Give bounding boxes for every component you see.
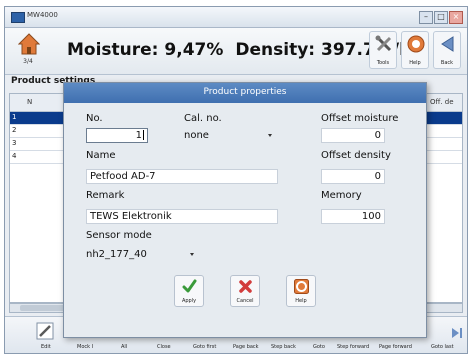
minimize-button[interactable]: – bbox=[419, 11, 433, 24]
no-value: 1 bbox=[135, 130, 142, 141]
tools-icon bbox=[375, 35, 392, 52]
cal-no-select[interactable]: none bbox=[184, 128, 276, 143]
product-counter: 3/4 bbox=[23, 58, 33, 65]
edit-label[interactable]: Edit bbox=[41, 344, 51, 350]
help-button[interactable]: Help bbox=[401, 31, 429, 69]
row-number: 3 bbox=[12, 139, 17, 147]
title-bar: MW4000 – □ × bbox=[5, 7, 467, 28]
apply-button[interactable]: Apply bbox=[174, 275, 204, 307]
cal-no-label: Cal. no. bbox=[184, 113, 222, 124]
bottom-label-page-forward[interactable]: Page forward bbox=[379, 344, 412, 350]
tools-button[interactable]: Tools bbox=[369, 31, 397, 69]
back-arrow-icon bbox=[441, 36, 454, 52]
app-icon bbox=[11, 12, 25, 23]
dialog-header: Product properties bbox=[64, 83, 426, 103]
bottom-label-goto[interactable]: Goto bbox=[313, 344, 325, 350]
remark-label: Remark bbox=[86, 190, 125, 201]
tools-label: Tools bbox=[376, 60, 390, 66]
dropdown-arrow-icon bbox=[268, 134, 272, 137]
sensor-mode-select[interactable]: nh2_177_40 bbox=[86, 247, 196, 262]
bottom-label-step-back[interactable]: Step back bbox=[271, 344, 296, 350]
offset-moisture-field[interactable]: 0 bbox=[321, 128, 385, 143]
bottom-label-page-back[interactable]: Page back bbox=[233, 344, 259, 350]
memory-label: Memory bbox=[321, 190, 362, 201]
measurement-readout: Moisture: 9,47% Density: 397.7 g/l bbox=[67, 40, 405, 60]
text-caret bbox=[143, 130, 144, 140]
dialog-help-button[interactable]: Help bbox=[286, 275, 316, 307]
column-header-offset[interactable]: Off. de bbox=[430, 98, 454, 106]
memory-field[interactable]: 100 bbox=[321, 209, 385, 224]
bottom-label-goto-last[interactable]: Goto last bbox=[431, 344, 454, 350]
name-field[interactable]: Petfood AD-7 bbox=[86, 169, 278, 184]
back-label: Back bbox=[440, 60, 454, 66]
home-icon bbox=[18, 33, 40, 55]
cancel-button[interactable]: Cancel bbox=[230, 275, 260, 307]
remark-field[interactable]: TEWS Elektronik bbox=[86, 209, 278, 224]
close-window-button[interactable]: × bbox=[449, 11, 463, 24]
column-header-no[interactable]: N bbox=[27, 98, 32, 106]
lifebuoy-icon bbox=[294, 279, 309, 294]
help-label: Help bbox=[409, 60, 421, 66]
dialog-title: Product properties bbox=[203, 87, 287, 97]
row-number: 1 bbox=[12, 113, 17, 121]
pencil-icon[interactable] bbox=[35, 321, 55, 341]
back-button[interactable]: Back bbox=[433, 31, 461, 69]
cancel-label: Cancel bbox=[236, 298, 254, 304]
moisture-value: Moisture: 9,47% bbox=[67, 40, 224, 60]
maximize-button[interactable]: □ bbox=[434, 11, 448, 24]
sensor-mode-label: Sensor mode bbox=[86, 230, 152, 241]
no-field[interactable]: 1 bbox=[86, 128, 148, 143]
lifebuoy-icon bbox=[407, 35, 425, 53]
bottom-label-close[interactable]: Close bbox=[157, 344, 171, 350]
cross-icon bbox=[239, 280, 252, 293]
window-title: MW4000 bbox=[27, 11, 58, 19]
top-toolbar: 3/4 Moisture: 9,47% Density: 397.7 g/l To… bbox=[5, 28, 467, 75]
app-window: MW4000 – □ × 3/4 Moisture: 9,47% Density:… bbox=[4, 6, 468, 354]
offset-density-label: Offset density bbox=[321, 150, 391, 161]
bottom-label-mock[interactable]: Mock I bbox=[77, 344, 93, 350]
cal-no-value: none bbox=[184, 130, 209, 141]
offset-moisture-label: Offset moisture bbox=[321, 113, 399, 124]
bottom-label-goto-first[interactable]: Goto first bbox=[193, 344, 216, 350]
goto-last-icon[interactable] bbox=[449, 325, 465, 341]
bottom-label-step-forward[interactable]: Step forward bbox=[337, 344, 369, 350]
home-button[interactable]: 3/4 bbox=[13, 31, 43, 69]
row-number: 2 bbox=[12, 126, 17, 134]
dialog-help-label: Help bbox=[295, 298, 307, 304]
dropdown-arrow-icon bbox=[190, 253, 194, 256]
no-label: No. bbox=[86, 113, 103, 124]
sensor-mode-value: nh2_177_40 bbox=[86, 249, 147, 260]
product-properties-dialog: Product properties No. 1 Cal. no. none O… bbox=[63, 82, 427, 338]
name-label: Name bbox=[86, 150, 116, 161]
bottom-label-all[interactable]: All bbox=[121, 344, 127, 350]
row-number: 4 bbox=[12, 152, 17, 160]
offset-density-field[interactable]: 0 bbox=[321, 169, 385, 184]
checkmark-icon bbox=[182, 279, 197, 293]
apply-label: Apply bbox=[181, 298, 197, 304]
